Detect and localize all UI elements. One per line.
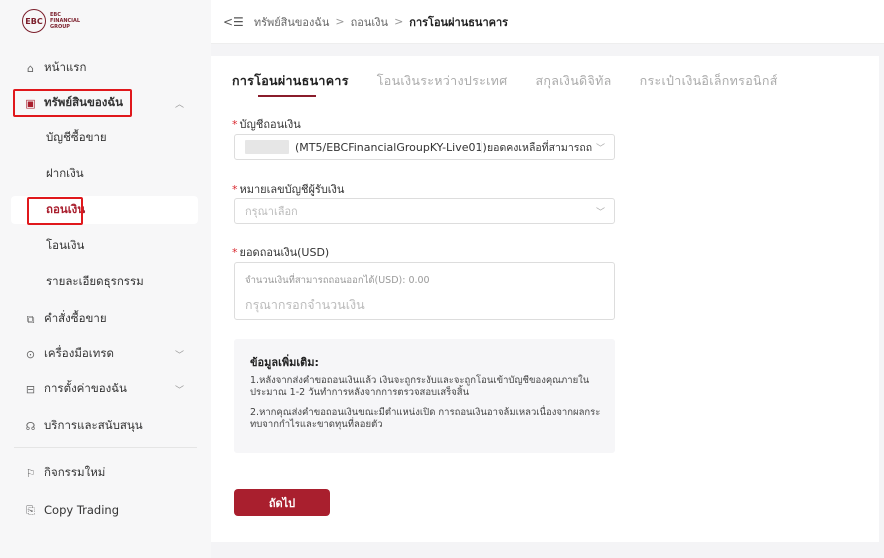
chevron-down-icon: ﹀ — [595, 207, 605, 218]
amount-input[interactable]: จำนวนเงินที่สามารถถอนออกได้(USD): 0.00 ก… — [234, 262, 615, 320]
breadcrumb-item-assets[interactable]: ทรัพย์สินของฉัน — [254, 13, 330, 31]
tools-icon: ⊙ — [25, 347, 36, 361]
available-amount-hint: จำนวนเงินที่สามารถถอนออกได้(USD): 0.00 — [245, 275, 430, 286]
withdraw-panel: การโอนผ่านธนาคาร โอนเงินระหว่างประเทศ สก… — [211, 56, 879, 542]
copy-icon: ⎘ — [26, 503, 35, 517]
tab-bank-transfer[interactable]: การโอนผ่านธนาคาร — [232, 71, 349, 97]
settings-icon: ⊟ — [25, 382, 36, 396]
chevron-down-icon[interactable]: ﹀ — [175, 348, 184, 361]
chevron-down-icon: ﹀ — [595, 143, 605, 154]
tab-crypto[interactable]: สกุลเงินดิจิทัล — [535, 71, 611, 97]
info-paragraph-1: 1.หลังจากส่งคำขอถอนเงินแล้ว เงินจะถูกระง… — [250, 375, 590, 398]
logo-mark: EBC — [22, 9, 46, 33]
receiver-account-select[interactable]: กรุณาเลือก ﹀ — [234, 198, 615, 224]
sidebar: EBC EBC FINANCIAL GROUP ⌂ หน้าแรก ▣ ทรัพ… — [0, 0, 211, 558]
sidebar-item-settings[interactable]: ⊟ การตั้งค่าของฉัน ﹀ — [0, 375, 211, 403]
account-select[interactable]: (MT5/EBCFinancialGroupKY-Live01) ยอดคงเห… — [234, 134, 615, 160]
info-paragraph-2: 2.หากคุณส่งคำขอถอนเงินขณะมีตำแหน่งเปิด ก… — [250, 407, 601, 430]
menu-toggle-icon[interactable]: <☰ — [223, 15, 244, 29]
account-value: (MT5/EBCFinancialGroupKY-Live01) — [295, 140, 487, 154]
sidebar-divider — [14, 447, 197, 448]
sidebar-item-support[interactable]: ☊ บริการและสนับสนุน — [0, 412, 211, 440]
sidebar-item-home[interactable]: ⌂ หน้าแรก — [0, 54, 211, 82]
sidebar-item-orders[interactable]: ⧉ คำสั่งซื้อขาย — [0, 305, 211, 333]
chevron-up-icon[interactable]: ︿ — [175, 97, 184, 110]
breadcrumb-separator: > — [394, 15, 404, 28]
sidebar-subitem-transactions[interactable]: รายละเอียดธุรกรรม — [0, 268, 211, 296]
support-icon: ☊ — [25, 419, 36, 433]
ebc-logo[interactable]: EBC EBC FINANCIAL GROUP — [22, 9, 80, 33]
available-balance: ยอดคงเหลือที่สามารถถ — [487, 141, 593, 154]
highlight-box-assets — [13, 89, 132, 117]
info-title: ข้อมูลเพิ่มเติม: — [250, 356, 319, 369]
breadcrumb-item-current: การโอนผ่านธนาคาร — [409, 15, 509, 29]
sidebar-subitem-trading-account[interactable]: บัญชีซื้อขาย — [0, 124, 211, 152]
home-icon: ⌂ — [27, 61, 34, 75]
account-label: * บัญชีถอนเงิน — [232, 118, 301, 131]
receiver-label: * หมายเลขบัญชีผู้รับเงิน — [232, 183, 345, 196]
amount-placeholder: กรุณากรอกจำนวนเงิน — [245, 297, 365, 312]
tab-e-wallet[interactable]: กระเป๋าเงินอิเล็กทรอนิกส์ — [640, 71, 778, 97]
info-box: ข้อมูลเพิ่มเติม: 1.หลังจากส่งคำขอถอนเงิน… — [234, 339, 615, 453]
sidebar-subitem-deposit[interactable]: ฝากเงิน — [0, 160, 211, 188]
sidebar-item-new-events[interactable]: ⚐ กิจกรรมใหม่ — [0, 459, 211, 487]
receiver-placeholder: กรุณาเลือก — [245, 205, 298, 218]
orders-icon: ⧉ — [26, 312, 35, 326]
breadcrumb: <☰ ทรัพย์สินของฉัน > ถอนเงิน > การโอนผ่า… — [211, 0, 884, 44]
sidebar-item-trading-tools[interactable]: ⊙ เครื่องมือเทรด ﹀ — [0, 340, 211, 368]
next-button[interactable]: ถัดไป — [234, 489, 330, 516]
chevron-down-icon[interactable]: ﹀ — [175, 383, 184, 396]
sidebar-item-copy-trading[interactable]: ⎘ Copy Trading — [0, 496, 211, 524]
method-tabs: การโอนผ่านธนาคาร โอนเงินระหว่างประเทศ สก… — [232, 71, 806, 97]
highlight-box-withdraw — [27, 197, 83, 225]
logo-text: EBC FINANCIAL GROUP — [50, 12, 81, 30]
breadcrumb-item-withdraw[interactable]: ถอนเงิน — [351, 13, 388, 31]
masked-account-number — [245, 140, 289, 154]
sidebar-subitem-transfer[interactable]: โอนเงิน — [0, 232, 211, 260]
amount-label: * ยอดถอนเงิน(USD) — [232, 246, 330, 259]
tab-international-transfer[interactable]: โอนเงินระหว่างประเทศ — [377, 71, 508, 97]
flag-icon: ⚐ — [25, 466, 36, 480]
breadcrumb-separator: > — [335, 15, 345, 28]
